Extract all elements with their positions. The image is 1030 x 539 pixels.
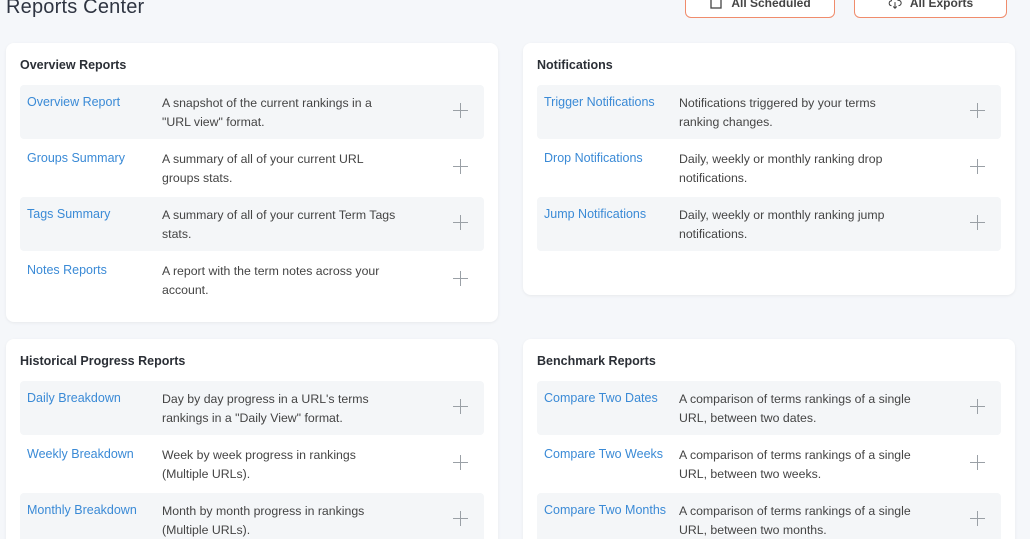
plus-icon[interactable] bbox=[970, 215, 985, 230]
report-description: Daily, weekly or monthly ranking jump no… bbox=[679, 208, 885, 241]
report-description: A summary of all of your current URL gro… bbox=[162, 152, 364, 185]
plus-icon[interactable] bbox=[453, 103, 468, 118]
all-scheduled-button[interactable]: All Scheduled bbox=[685, 0, 835, 18]
report-description: Day by day progress in a URL's terms ran… bbox=[162, 392, 369, 425]
report-row-compare-two-months[interactable]: Compare Two Months A comparison of terms… bbox=[537, 493, 1001, 539]
report-row-daily-breakdown[interactable]: Daily Breakdown Day by day progress in a… bbox=[20, 381, 484, 435]
report-description: Daily, weekly or monthly ranking drop no… bbox=[679, 152, 883, 185]
report-link[interactable]: Weekly Breakdown bbox=[27, 447, 134, 461]
report-link[interactable]: Trigger Notifications bbox=[544, 95, 655, 109]
report-row-compare-two-dates[interactable]: Compare Two Dates A comparison of terms … bbox=[537, 381, 1001, 435]
report-row-compare-two-weeks[interactable]: Compare Two Weeks A comparison of terms … bbox=[537, 437, 1001, 491]
report-link[interactable]: Daily Breakdown bbox=[27, 391, 121, 405]
report-link[interactable]: Drop Notifications bbox=[544, 151, 643, 165]
report-row-jump-notifications[interactable]: Jump Notifications Daily, weekly or mont… bbox=[537, 197, 1001, 251]
report-link[interactable]: Overview Report bbox=[27, 95, 120, 109]
report-row-groups-summary[interactable]: Groups Summary A summary of all of your … bbox=[20, 141, 484, 195]
report-link[interactable]: Compare Two Dates bbox=[544, 391, 658, 405]
all-exports-button[interactable]: All Exports bbox=[854, 0, 1007, 18]
report-link[interactable]: Compare Two Weeks bbox=[544, 447, 663, 461]
cloud-download-icon bbox=[888, 0, 902, 10]
plus-icon[interactable] bbox=[453, 271, 468, 286]
report-link[interactable]: Jump Notifications bbox=[544, 207, 646, 221]
plus-icon[interactable] bbox=[453, 399, 468, 414]
report-description: A comparison of terms rankings of a sing… bbox=[679, 448, 911, 481]
report-row-trigger-notifications[interactable]: Trigger Notifications Notifications trig… bbox=[537, 85, 1001, 139]
report-link[interactable]: Notes Reports bbox=[27, 263, 107, 277]
plus-icon[interactable] bbox=[970, 399, 985, 414]
report-description: Week by week progress in rankings (Multi… bbox=[162, 448, 356, 481]
report-link[interactable]: Compare Two Months bbox=[544, 503, 666, 517]
report-description: Notifications triggered by your terms ra… bbox=[679, 96, 876, 129]
report-description: A snapshot of the current rankings in a … bbox=[162, 96, 372, 129]
plus-icon[interactable] bbox=[970, 103, 985, 118]
report-row-overview-report[interactable]: Overview Report A snapshot of the curren… bbox=[20, 85, 484, 139]
plus-icon[interactable] bbox=[970, 159, 985, 174]
card-title: Notifications bbox=[537, 58, 613, 72]
plus-icon[interactable] bbox=[453, 215, 468, 230]
report-row-monthly-breakdown[interactable]: Monthly Breakdown Month by month progres… bbox=[20, 493, 484, 539]
report-link[interactable]: Monthly Breakdown bbox=[27, 503, 137, 517]
page-title: Reports Center bbox=[6, 0, 145, 18]
benchmark-reports-card: Benchmark Reports Compare Two Dates A co… bbox=[523, 339, 1015, 539]
report-row-notes-reports[interactable]: Notes Reports A report with the term not… bbox=[20, 253, 484, 307]
plus-icon[interactable] bbox=[453, 511, 468, 526]
report-description: A comparison of terms rankings of a sing… bbox=[679, 392, 911, 425]
plus-icon[interactable] bbox=[453, 455, 468, 470]
report-description: A comparison of terms rankings of a sing… bbox=[679, 504, 911, 537]
report-link[interactable]: Tags Summary bbox=[27, 207, 110, 221]
report-description: Month by month progress in rankings (Mul… bbox=[162, 504, 365, 537]
report-description: A report with the term notes across your… bbox=[162, 264, 380, 297]
square-icon bbox=[709, 0, 723, 10]
all-scheduled-label: All Scheduled bbox=[731, 0, 811, 10]
notifications-card: Notifications Trigger Notifications Noti… bbox=[523, 43, 1015, 295]
report-description: A summary of all of your current Term Ta… bbox=[162, 208, 396, 241]
report-row-drop-notifications[interactable]: Drop Notifications Daily, weekly or mont… bbox=[537, 141, 1001, 195]
plus-icon[interactable] bbox=[970, 511, 985, 526]
card-title: Overview Reports bbox=[20, 58, 127, 72]
report-row-tags-summary[interactable]: Tags Summary A summary of all of your cu… bbox=[20, 197, 484, 251]
plus-icon[interactable] bbox=[970, 455, 985, 470]
plus-icon[interactable] bbox=[453, 159, 468, 174]
all-exports-label: All Exports bbox=[909, 0, 974, 10]
report-link[interactable]: Groups Summary bbox=[27, 151, 125, 165]
card-title: Benchmark Reports bbox=[537, 354, 656, 368]
card-title: Historical Progress Reports bbox=[20, 354, 186, 368]
historical-progress-card: Historical Progress Reports Daily Breakd… bbox=[6, 339, 498, 539]
report-row-weekly-breakdown[interactable]: Weekly Breakdown Week by week progress i… bbox=[20, 437, 484, 491]
overview-reports-card: Overview Reports Overview Report A snaps… bbox=[6, 43, 498, 322]
